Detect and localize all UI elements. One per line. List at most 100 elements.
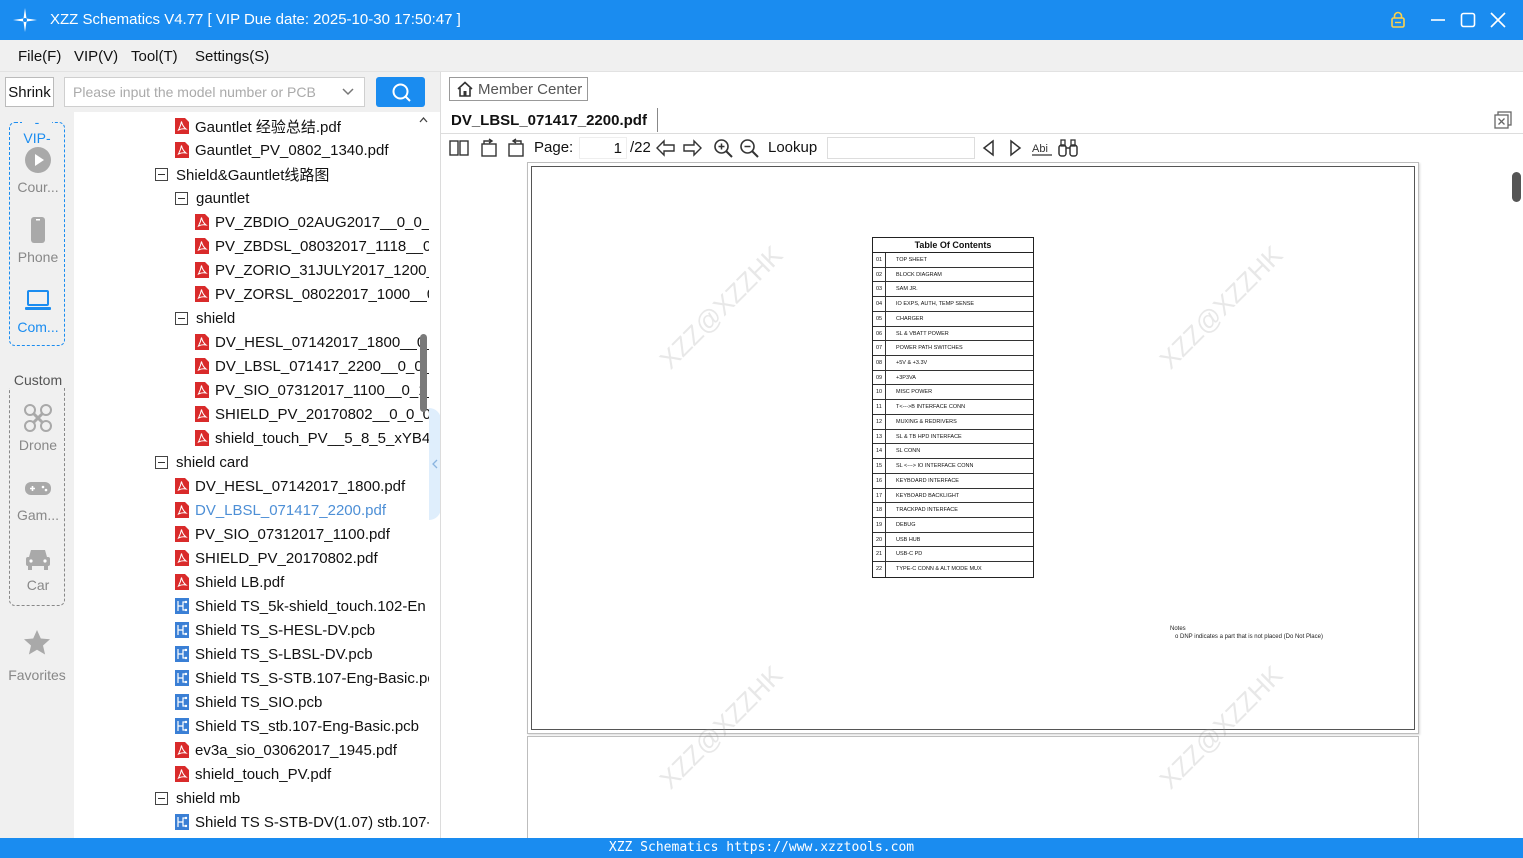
tree-file[interactable]: DV_LBSL_071417_2200__0_0_0	[195, 354, 429, 378]
minimize-button[interactable]	[1426, 8, 1450, 32]
member-center-button[interactable]: Member Center	[449, 77, 588, 101]
find-next-icon[interactable]	[1004, 137, 1026, 159]
chevron-down-icon[interactable]	[340, 84, 356, 100]
tree-file[interactable]: PV_ZBDSL_08032017_1118__0_	[195, 234, 429, 258]
previous-page-icon[interactable]	[655, 137, 677, 159]
search-button[interactable]	[376, 77, 425, 107]
viewer-scroll-thumb[interactable]	[1512, 172, 1521, 202]
tree-file[interactable]: shield_touch_PV__5_8_5_xYB4l	[195, 426, 429, 450]
menu-file[interactable]: File(F)	[18, 48, 61, 65]
close-button[interactable]	[1486, 8, 1510, 32]
menu-vip[interactable]: VIP(V)	[74, 48, 118, 65]
shrink-button[interactable]: Shrink	[5, 77, 54, 107]
nav-car[interactable]: Car	[10, 543, 66, 593]
collapse-toggle-icon[interactable]	[175, 311, 188, 325]
search-input[interactable]	[64, 77, 365, 107]
toc-row[interactable]: 20 USB HUB	[873, 532, 1033, 548]
tree-folder[interactable]: shield	[175, 306, 235, 330]
tree-file[interactable]: ev3a_sio_03062017_1945.pdf	[175, 738, 397, 762]
tree-file[interactable]: DV_HESL_07142017_1800.pdf	[175, 474, 405, 498]
toc-row[interactable]: 19 DEBUG	[873, 517, 1033, 533]
toc-row[interactable]: 02 BLOCK DIAGRAM	[873, 267, 1033, 283]
toc-row[interactable]: 22 TYPE-C CONN & ALT MODE MUX	[873, 562, 1033, 577]
tree-file[interactable]: Shield TS_S-LBSL-DV.pcb	[175, 642, 373, 666]
tree-file[interactable]: Gauntlet 经验总结.pdf	[175, 114, 341, 138]
tree-file[interactable]: DV_HESL_07142017_1800__0_0	[195, 330, 429, 354]
menu-settings[interactable]: Settings(S)	[195, 48, 269, 65]
toc-row[interactable]: 14 SL CONN	[873, 444, 1033, 460]
toc-row[interactable]: 03 SAM JR.	[873, 282, 1033, 298]
viewer-scrollbar[interactable]	[1511, 162, 1523, 838]
tree-file[interactable]: PV_SIO_07312017_1100.pdf	[175, 522, 390, 546]
toc-row[interactable]: 18 TRACKPAD INTERFACE	[873, 503, 1033, 518]
tree-file[interactable]: Shield TS_S-HESL-DV.pcb	[175, 618, 375, 642]
lookup-input[interactable]	[827, 137, 975, 159]
tree-file[interactable]: Shield TS_stb.107-Eng-Basic.pcb	[175, 714, 419, 738]
zoom-in-icon[interactable]	[712, 137, 734, 159]
tree-file[interactable]: DV_LBSL_071417_2200.pdf	[175, 498, 386, 522]
tree-file[interactable]: shield_touch_PV.pdf	[175, 762, 331, 786]
tree-scroll-thumb[interactable]	[420, 334, 427, 412]
tree-folder[interactable]: Shield&Gauntlet线路图	[155, 162, 329, 186]
tree-file[interactable]: Shield LB.pdf	[175, 570, 284, 594]
tree-folder[interactable]: shield card	[155, 450, 249, 474]
nav-courses[interactable]: Cour...	[10, 145, 66, 195]
nav-drone[interactable]: Drone	[10, 403, 66, 453]
collapse-toggle-icon[interactable]	[155, 791, 168, 805]
menu-tool[interactable]: Tool(T)	[131, 48, 178, 65]
scroll-up-icon[interactable]	[419, 116, 428, 124]
toc-row[interactable]: 15 SL <---> IO INTERFACE CONN	[873, 459, 1033, 474]
tree-file[interactable]: SHIELD_PV_20170802__0_0_0_	[195, 402, 429, 426]
nav-game[interactable]: Gam...	[10, 473, 66, 523]
toc-name: TYPE-C CONN & ALT MODE MUX	[896, 566, 982, 573]
toc-row[interactable]: 01 TOP SHEET	[873, 253, 1033, 268]
tree-file[interactable]: PV_ZBDIO_02AUG2017__0_0_0	[195, 210, 429, 234]
tree-file[interactable]: PV_SIO_07312017_1100__0_1_0	[195, 378, 429, 402]
document-viewer[interactable]: Table Of Contents 01 TOP SHEET 02 BLOCK DIA…	[441, 162, 1511, 838]
nav-phone[interactable]: Phone	[10, 215, 66, 265]
nav-computer[interactable]: Com...	[10, 285, 66, 335]
nav-favorites[interactable]: Favorites	[0, 628, 74, 683]
toc-row[interactable]: 21 USB-C PD	[873, 547, 1033, 563]
tree-file[interactable]: Shield TS S-STB-DV(1.07) stb.107-	[175, 810, 429, 834]
collapse-toggle-icon[interactable]	[175, 191, 188, 205]
toc-row[interactable]: 07 POWER PATH SWITCHES	[873, 341, 1033, 357]
toc-row[interactable]: 16 KEYBOARD INTERFACE	[873, 473, 1033, 489]
toc-row[interactable]: 04 IO EXPS, AUTH, TEMP SENSE	[873, 297, 1033, 312]
maximize-button[interactable]	[1456, 8, 1480, 32]
tree-file[interactable]: PV_ZORIO_31JULY2017_1200__	[195, 258, 429, 282]
binoculars-icon[interactable]	[1057, 137, 1079, 159]
match-case-icon[interactable]: Abi	[1031, 137, 1053, 159]
two-page-icon[interactable]	[448, 137, 470, 159]
zoom-out-icon[interactable]	[738, 137, 760, 159]
lock-button[interactable]	[1386, 8, 1410, 32]
document-tab[interactable]: DV_LBSL_071417_2200.pdf	[451, 108, 658, 132]
find-previous-icon[interactable]	[978, 137, 1000, 159]
toc-row[interactable]: 06 SL & VBATT POWER	[873, 326, 1033, 342]
tree-folder[interactable]: shield mb	[155, 786, 240, 810]
collapse-toggle-icon[interactable]	[155, 455, 168, 469]
toc-row[interactable]: 05 CHARGER	[873, 311, 1033, 327]
restore-window-icon[interactable]	[1493, 110, 1513, 130]
tree-scrollbar[interactable]	[418, 112, 429, 838]
tree-file[interactable]: SHIELD_PV_20170802.pdf	[175, 546, 378, 570]
toc-row[interactable]: 13 SL & TB HPD INTERFACE	[873, 429, 1033, 445]
rotate-left-icon[interactable]	[478, 137, 500, 159]
tree-file[interactable]: Shield TS_SIO.pcb	[175, 690, 322, 714]
tree-file[interactable]: Gauntlet_PV_0802_1340.pdf	[175, 138, 389, 162]
menu-bar: File(F) VIP(V) Tool(T) Settings(S)	[0, 40, 1523, 72]
toc-row[interactable]: 10 MISC POWER	[873, 385, 1033, 401]
next-page-icon[interactable]	[681, 137, 703, 159]
toc-row[interactable]: 17 KEYBOARD BACKLIGHT	[873, 488, 1033, 504]
toc-row[interactable]: 08 +5V & +3.3V	[873, 356, 1033, 371]
toc-row[interactable]: 09 +3P3VA	[873, 370, 1033, 386]
toc-row[interactable]: 11 T<--->B INTERFACE CONN	[873, 400, 1033, 415]
page-number-input[interactable]	[579, 137, 627, 159]
collapse-toggle-icon[interactable]	[155, 167, 168, 181]
tree-file[interactable]: Shield TS_5k-shield_touch.102-En	[175, 594, 426, 618]
tree-folder[interactable]: gauntlet	[175, 186, 249, 210]
toc-row[interactable]: 12 MUXING & REDRIVERS	[873, 414, 1033, 430]
tree-file[interactable]: PV_ZORSL_08022017_1000__0_	[195, 282, 429, 306]
tree-file[interactable]: Shield TS_S-STB.107-Eng-Basic.pc	[175, 666, 429, 690]
rotate-right-icon[interactable]	[505, 137, 527, 159]
